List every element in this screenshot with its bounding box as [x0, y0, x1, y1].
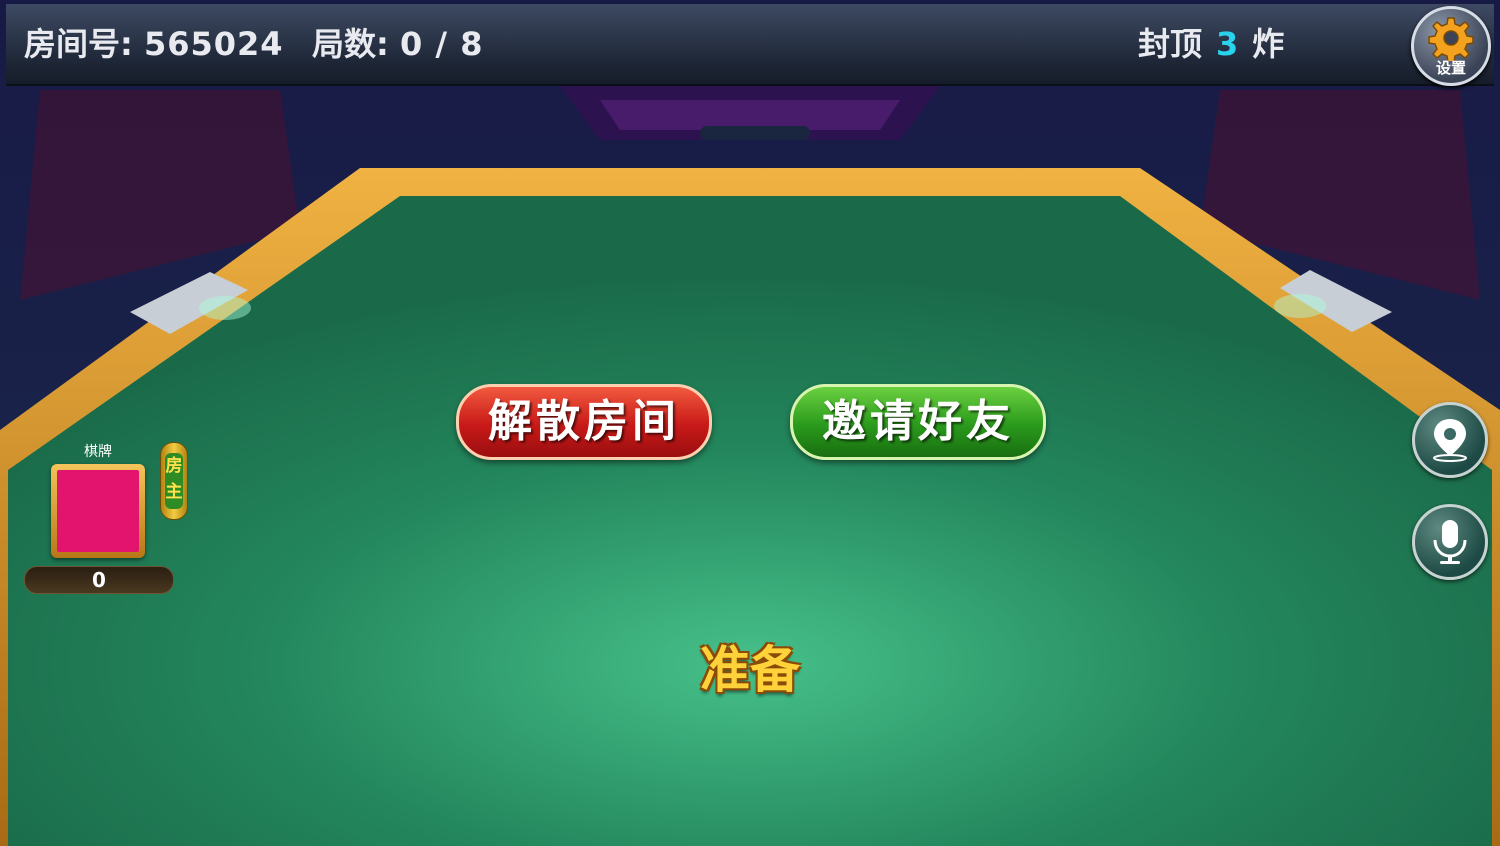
- invite-friends-button[interactable]: 邀请好友: [790, 384, 1046, 460]
- avatar: [57, 470, 139, 552]
- location-button[interactable]: [1412, 402, 1488, 478]
- room-number: 565024: [143, 25, 284, 63]
- player-score: 0: [24, 566, 174, 594]
- settings-label: 设置: [1435, 59, 1466, 77]
- rounds-label: 局数:: [312, 25, 389, 63]
- cap-label: 封顶: [1138, 25, 1203, 63]
- cap-unit: 炸: [1252, 25, 1285, 63]
- billiard-table-background: [0, 0, 1500, 846]
- dismiss-room-button[interactable]: 解散房间: [456, 384, 712, 460]
- rounds-info: 局数: 0 / 8: [312, 24, 483, 64]
- room-label: 房间号:: [24, 25, 133, 63]
- settings-button[interactable]: 设置: [1411, 6, 1491, 86]
- game-table-screen: 房间号: 565024 局数: 0 / 8 封顶 3 炸 设置 解散房间 邀请好…: [0, 0, 1500, 846]
- owner-badge-label: 房主: [165, 453, 183, 509]
- ready-button[interactable]: 准备: [680, 630, 820, 702]
- room-owner-badge: 房主: [160, 442, 188, 520]
- player-name: 棋牌: [84, 444, 112, 460]
- microphone-icon: [1433, 520, 1467, 564]
- location-pin-icon: [1433, 419, 1467, 462]
- player-avatar-frame[interactable]: [51, 464, 145, 558]
- cap-value: 3: [1216, 25, 1239, 63]
- rounds-value: 0 / 8: [399, 25, 484, 63]
- voice-button[interactable]: [1412, 504, 1488, 580]
- gear-icon: [1428, 17, 1474, 61]
- room-info: 房间号: 565024: [24, 24, 284, 64]
- cap-info: 封顶 3 炸: [1138, 24, 1284, 64]
